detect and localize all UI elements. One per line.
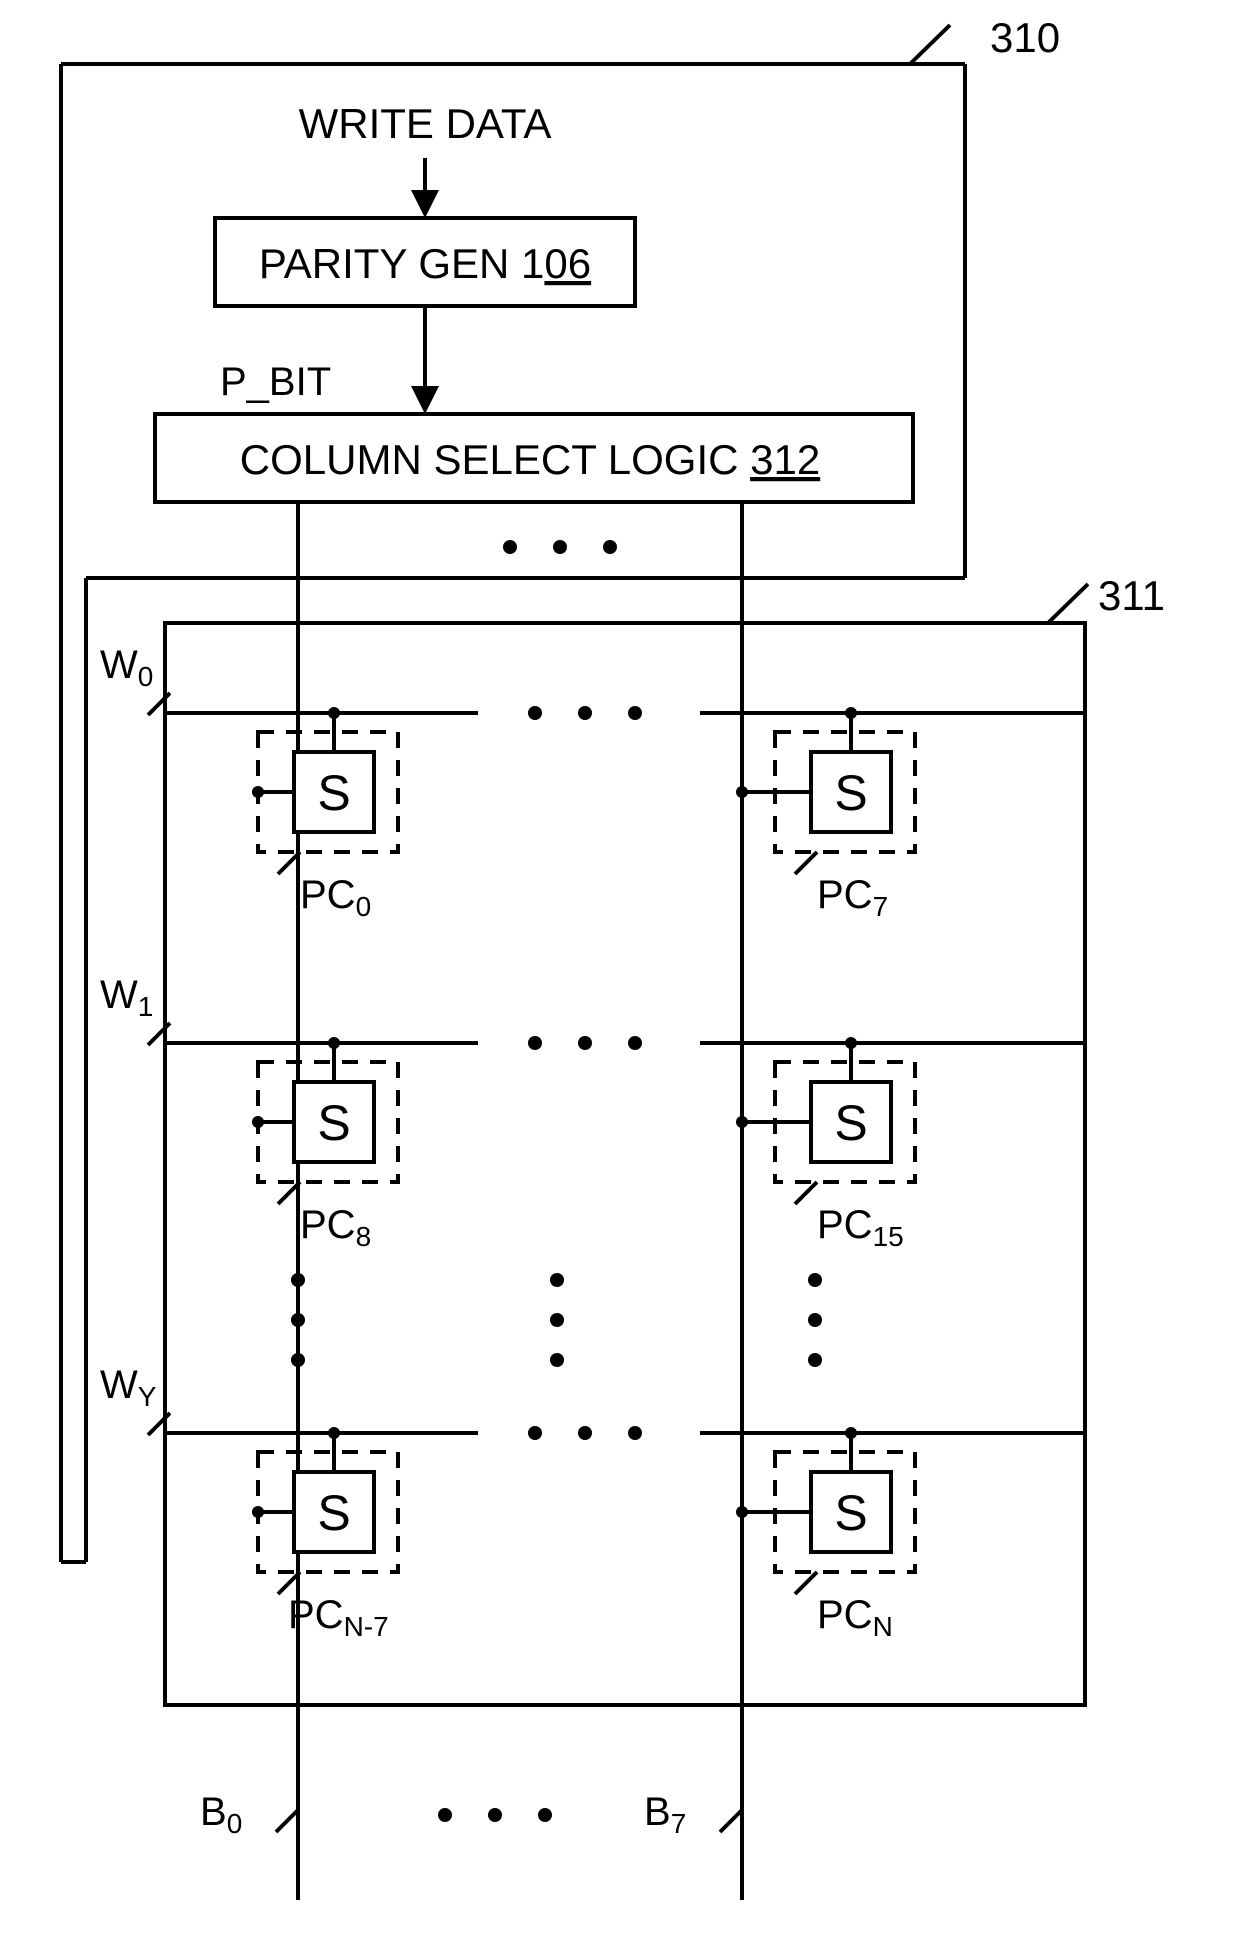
array-ref-tick [1048, 584, 1088, 623]
dot [550, 1273, 564, 1287]
dot [503, 540, 517, 554]
svg-text:S: S [317, 1485, 350, 1541]
dot [578, 706, 592, 720]
w0-label: W0 [100, 643, 153, 692]
b0-tick [276, 1810, 298, 1832]
b7-label: B7 [644, 1790, 686, 1839]
dot [808, 1273, 822, 1287]
dot [291, 1313, 305, 1327]
array-ref-label: 311 [1098, 572, 1165, 619]
pbit-label: P_BIT [220, 360, 331, 404]
dot [603, 540, 617, 554]
diagram-canvas: 310 WRITE DATA PARITY GEN 106 P_BIT COLU… [0, 0, 1240, 1939]
dot [808, 1313, 822, 1327]
b0-label: B0 [200, 1790, 242, 1839]
dot [438, 1808, 452, 1822]
w1-label: W1 [100, 973, 153, 1022]
svg-text:S: S [834, 765, 867, 821]
dot [553, 540, 567, 554]
outer-ref-tick [910, 25, 950, 64]
dot [628, 1036, 642, 1050]
dot [538, 1808, 552, 1822]
svg-text:S: S [834, 1485, 867, 1541]
write-data-label: WRITE DATA [299, 100, 552, 147]
dot [528, 1036, 542, 1050]
dot [528, 706, 542, 720]
dot [291, 1273, 305, 1287]
dot [550, 1313, 564, 1327]
wy-label: WY [100, 1363, 157, 1412]
arrowhead-pbit [411, 386, 439, 414]
b7-tick [720, 1810, 742, 1832]
dot [578, 1426, 592, 1440]
svg-text:S: S [834, 1095, 867, 1151]
dot [528, 1426, 542, 1440]
dot [488, 1808, 502, 1822]
arrowhead-writedata [411, 190, 439, 218]
dot [578, 1036, 592, 1050]
outer-ref-label: 310 [990, 14, 1060, 61]
dot [550, 1353, 564, 1367]
dot [808, 1353, 822, 1367]
col-select-label: COLUMN SELECT LOGIC 312 [240, 436, 820, 483]
dot [291, 1353, 305, 1367]
dot [628, 1426, 642, 1440]
dot [628, 706, 642, 720]
svg-text:S: S [317, 1095, 350, 1151]
parity-gen-label: PARITY GEN 106 [259, 240, 591, 287]
svg-text:S: S [317, 765, 350, 821]
